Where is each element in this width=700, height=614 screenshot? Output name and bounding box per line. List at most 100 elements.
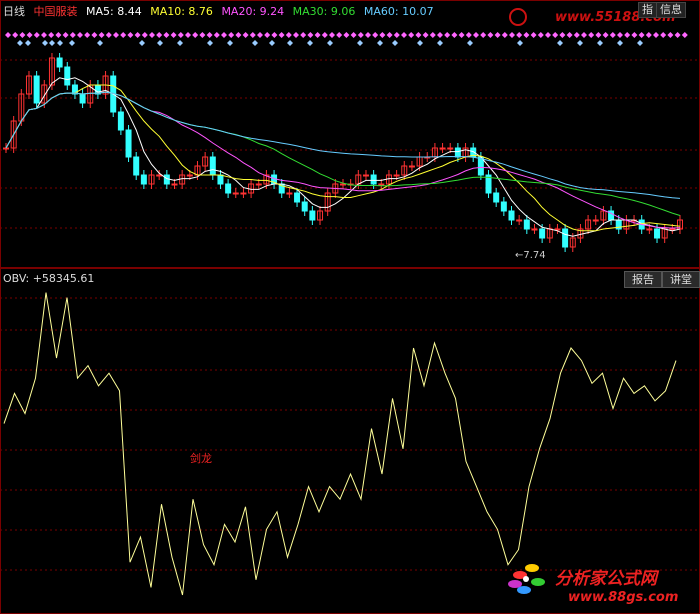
candle-body <box>447 147 454 150</box>
signal-diamond <box>681 32 688 38</box>
signal-diamond <box>372 32 379 38</box>
candle-body <box>340 183 346 186</box>
signal-diamond <box>329 32 335 38</box>
signal-diamond-lower <box>437 40 443 46</box>
obv-line <box>3 292 677 596</box>
signal-diamond <box>581 32 587 38</box>
signal-diamond <box>617 32 623 38</box>
candle-body <box>500 201 507 212</box>
candle-body <box>454 147 461 158</box>
signal-diamond <box>271 32 278 38</box>
ma20-value: MA20: 9.24 <box>221 5 285 18</box>
signal-diamond-lower <box>357 40 363 46</box>
signal-diamond <box>365 32 371 38</box>
candle-body <box>140 174 147 185</box>
candle-body <box>117 111 124 131</box>
candle-body <box>554 228 561 231</box>
signal-diamond-lower <box>57 40 63 46</box>
signal-diamond <box>321 32 328 38</box>
signal-diamond <box>264 32 271 38</box>
signal-diamond-lower <box>207 40 213 46</box>
candle-body <box>523 219 530 230</box>
candle-body <box>493 192 500 203</box>
signal-diamond <box>609 32 616 38</box>
lecture-button[interactable]: 讲堂 <box>662 271 700 288</box>
candle-body <box>171 183 178 186</box>
signal-diamond <box>12 32 19 38</box>
candle-body <box>33 75 40 104</box>
signal-diamond <box>422 32 429 38</box>
signal-diamond <box>156 32 163 38</box>
signal-diamond-lower <box>97 40 103 46</box>
ma-line-5 <box>5 77 681 237</box>
candle-body <box>309 210 316 221</box>
signal-diamond-lower <box>252 40 258 46</box>
candle-body <box>439 147 446 150</box>
signal-diamond <box>458 32 465 38</box>
watermark-logo-name: 分析家公式网 <box>555 569 657 589</box>
signal-diamond <box>451 32 458 38</box>
signal-diamond <box>653 32 659 38</box>
signal-diamond <box>62 32 69 38</box>
signal-diamond <box>487 32 494 38</box>
logo-petal <box>508 580 522 588</box>
signal-diamond <box>300 32 307 38</box>
candle-body <box>378 183 385 186</box>
signal-diamond-lower <box>637 40 643 46</box>
signal-diamond <box>588 32 595 38</box>
report-button[interactable]: 报告 <box>624 271 662 288</box>
signal-diamond <box>235 32 242 38</box>
candle-body <box>156 174 163 177</box>
signal-diamond <box>559 32 566 38</box>
info-button[interactable]: 信息 <box>656 2 686 18</box>
signal-diamond <box>509 32 515 38</box>
candle-body <box>217 174 224 185</box>
signal-diamond <box>602 32 609 38</box>
signal-diamond <box>113 32 119 38</box>
signal-diamond <box>69 32 76 38</box>
signal-diamond <box>667 32 674 38</box>
zhi-button[interactable]: 指 <box>638 2 657 18</box>
signal-diamond <box>257 32 263 38</box>
signal-diamond-lower <box>392 40 398 46</box>
candle-body <box>646 228 653 231</box>
candle-body <box>362 174 369 177</box>
candle-body <box>654 228 661 239</box>
signal-diamond <box>357 32 364 38</box>
signal-diamond-lower <box>42 40 48 46</box>
ma-line-10 <box>5 84 681 232</box>
candle-body <box>562 228 569 248</box>
candle-body <box>255 183 262 186</box>
signal-diamond <box>408 32 415 38</box>
signal-diamond <box>5 32 11 38</box>
signal-diamond <box>545 32 551 38</box>
signal-diamond <box>242 32 249 38</box>
signal-diamond <box>573 32 580 38</box>
signal-diamond-lower <box>557 40 563 46</box>
signal-diamond <box>105 32 112 38</box>
signal-diamond-lower <box>307 40 313 46</box>
signal-diamond <box>631 32 638 38</box>
signal-diamond <box>141 32 148 38</box>
price-low-label: ←7.74 <box>515 250 546 261</box>
jianlong-note: 剑龙 <box>190 452 212 465</box>
chart-canvas[interactable] <box>0 0 700 614</box>
signal-diamond <box>314 32 321 38</box>
logo-petal <box>531 578 545 586</box>
signal-diamond <box>386 32 393 38</box>
signal-diamond <box>206 32 213 38</box>
signal-diamond <box>127 32 134 38</box>
ma-line-30 <box>5 91 681 216</box>
signal-diamond <box>293 32 299 38</box>
candle-body <box>79 93 86 104</box>
signal-diamond <box>98 32 105 38</box>
signal-diamond <box>55 32 62 38</box>
price-panel-border <box>0 0 700 268</box>
signal-diamond <box>41 32 47 38</box>
signal-diamond <box>33 32 40 38</box>
signal-diamond <box>379 32 386 38</box>
signal-diamond-lower <box>49 40 55 46</box>
signal-diamond <box>516 32 523 38</box>
candle-body <box>531 228 538 231</box>
signal-diamond <box>674 32 681 38</box>
